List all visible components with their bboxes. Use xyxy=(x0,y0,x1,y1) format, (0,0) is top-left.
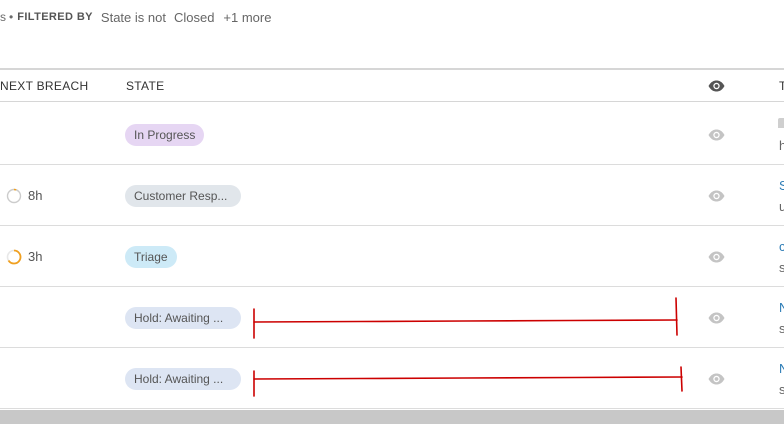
filter-label: FILTERED BY xyxy=(17,11,93,23)
column-header-truncated[interactable]: T xyxy=(779,70,784,102)
eye-icon xyxy=(708,80,725,92)
state-badge: Hold: Awaiting ... xyxy=(125,368,241,390)
eye-icon xyxy=(708,312,725,324)
column-header-watch[interactable] xyxy=(708,80,725,94)
ticket-link[interactable]: N xyxy=(779,300,784,315)
state-badge: Hold: Awaiting ... xyxy=(125,307,241,329)
timer-warning-icon xyxy=(6,249,22,264)
avatar-icon xyxy=(778,118,784,128)
state-badge: In Progress xyxy=(125,124,205,146)
ticket-link[interactable]: c xyxy=(779,239,784,254)
next-breach-cell: 8h xyxy=(6,187,42,204)
table-row[interactable]: 3h Triage c s xyxy=(0,226,784,287)
filter-separator: • xyxy=(9,10,14,24)
horizontal-scrollbar[interactable] xyxy=(0,410,784,424)
watch-toggle[interactable] xyxy=(708,250,725,263)
table-row[interactable]: Hold: Awaiting ... N s xyxy=(0,348,784,409)
eye-icon xyxy=(708,190,725,202)
next-breach-value: 3h xyxy=(28,249,43,264)
row-subtitle: s xyxy=(779,321,784,336)
table-row[interactable]: In Progress h xyxy=(0,104,784,165)
eye-icon xyxy=(708,129,725,141)
watch-toggle[interactable] xyxy=(708,311,725,324)
column-header-state[interactable]: STATE xyxy=(126,70,164,102)
next-breach-cell: 3h xyxy=(6,248,42,265)
watch-toggle[interactable] xyxy=(708,128,725,141)
ticket-link[interactable]: N xyxy=(779,361,784,376)
row-subtitle: s xyxy=(779,382,784,397)
watch-toggle[interactable] xyxy=(708,372,725,385)
eye-icon xyxy=(708,373,725,385)
filter-more-link[interactable]: +1 more xyxy=(223,10,271,25)
filter-chip-state[interactable]: State is not xyxy=(101,10,166,25)
filter-chip-closed[interactable]: Closed xyxy=(174,10,214,25)
column-header-next-breach[interactable]: NEXT BREACH xyxy=(0,70,88,102)
row-subtitle: u xyxy=(779,199,784,214)
ticket-table-view: s • FILTERED BY State is not Closed +1 m… xyxy=(0,0,784,435)
filter-bar: s • FILTERED BY State is not Closed +1 m… xyxy=(0,7,271,27)
table-header: NEXT BREACH STATE T xyxy=(0,68,784,102)
state-badge: Triage xyxy=(125,246,177,268)
state-badge: Customer Resp... xyxy=(125,185,241,207)
eye-icon xyxy=(708,251,725,263)
table-row[interactable]: Hold: Awaiting ... N s xyxy=(0,287,784,348)
timer-pending-icon xyxy=(6,188,22,203)
row-subtitle: h xyxy=(779,138,784,153)
filter-prefix: s xyxy=(0,10,6,24)
watch-toggle[interactable] xyxy=(708,189,725,202)
row-subtitle: s xyxy=(779,260,784,275)
table-row[interactable]: 8h Customer Resp... S u xyxy=(0,165,784,226)
next-breach-value: 8h xyxy=(28,188,43,203)
ticket-link[interactable]: S xyxy=(779,178,784,193)
